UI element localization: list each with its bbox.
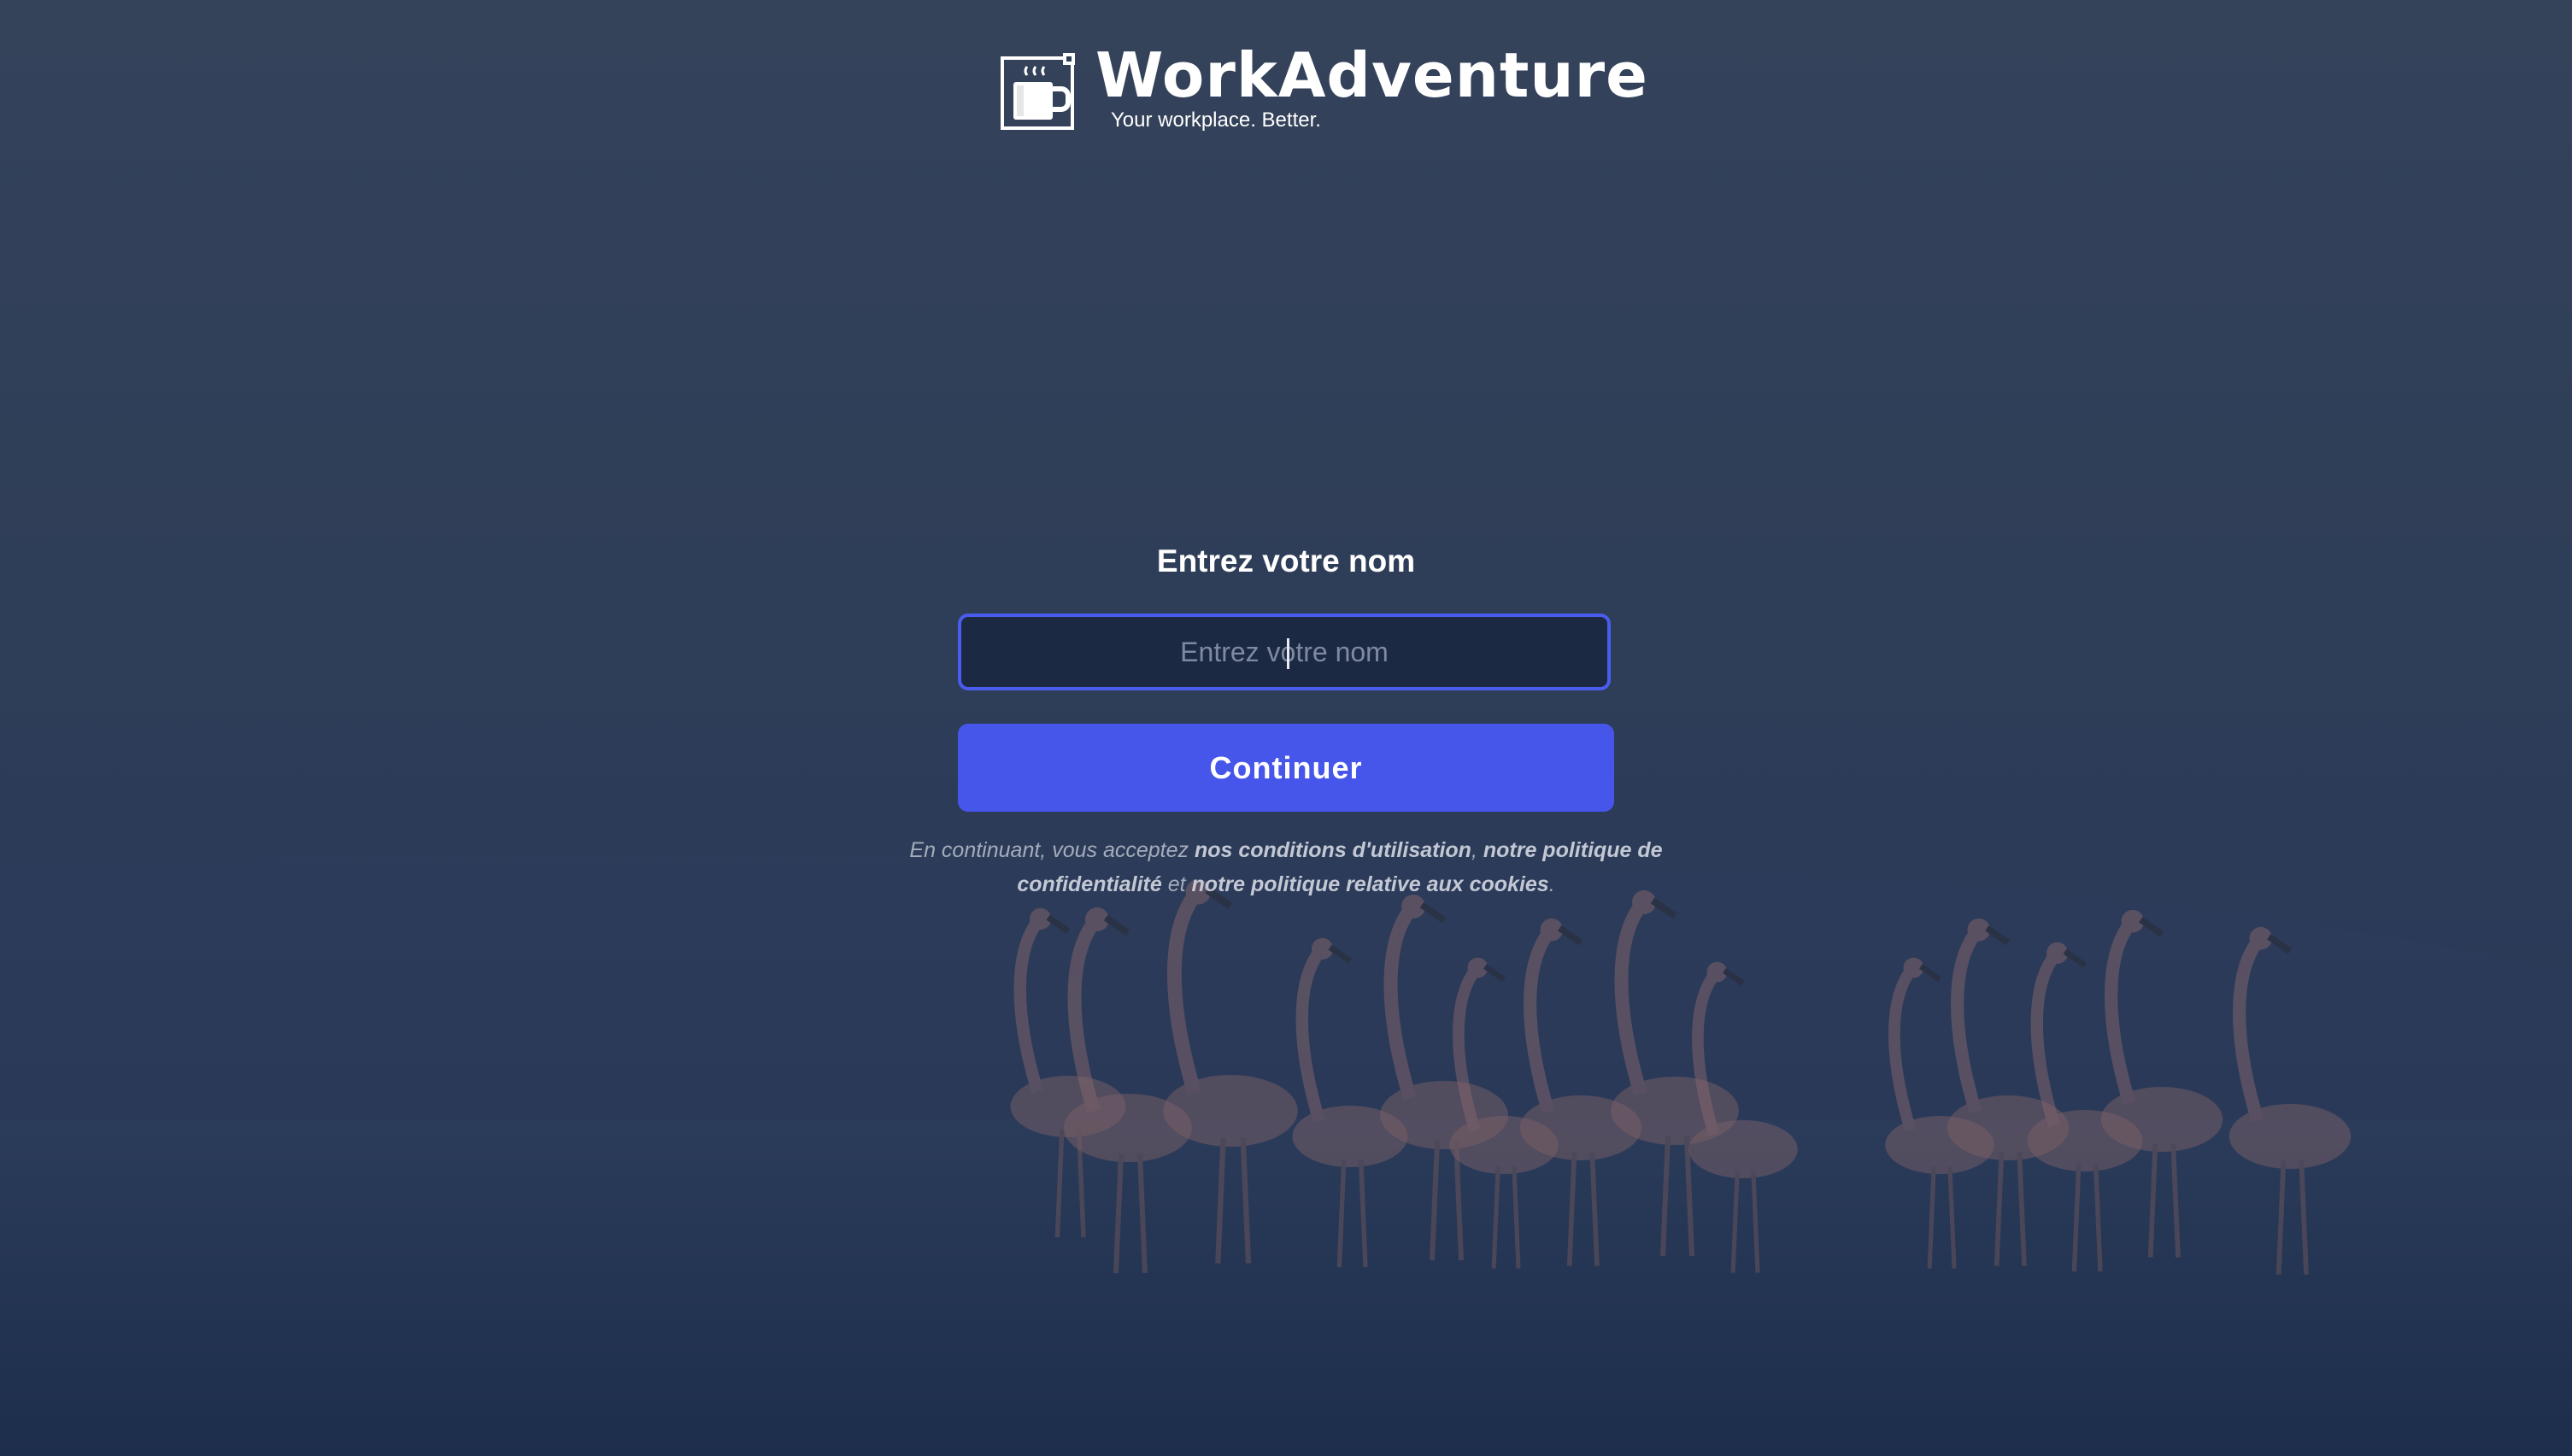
coffee-mug-icon (1001, 53, 1075, 130)
form-title: Entrez votre nom (1156, 543, 1416, 578)
text-caret (1287, 638, 1289, 669)
brand-name: WorkAdventure (1095, 39, 1649, 111)
terms-prefix: En continuant, vous acceptez (909, 838, 1195, 862)
terms-of-use-link[interactable]: nos conditions d'utilisation (1195, 838, 1471, 862)
terms-separator: , (1471, 838, 1483, 862)
name-input[interactable] (958, 614, 1611, 690)
terms-conjunction: et (1161, 872, 1192, 896)
terms-notice: En continuant, vous acceptez nos conditi… (906, 833, 1666, 901)
terms-suffix: . (1548, 872, 1555, 896)
cookie-policy-link[interactable]: notre politique relative aux cookies (1192, 872, 1549, 896)
continue-button[interactable]: Continuer (958, 724, 1614, 812)
brand-tagline: Your workplace. Better. (1111, 109, 1321, 132)
brand-logo: WorkAdventure Your workplace. Better. (1000, 44, 1647, 137)
